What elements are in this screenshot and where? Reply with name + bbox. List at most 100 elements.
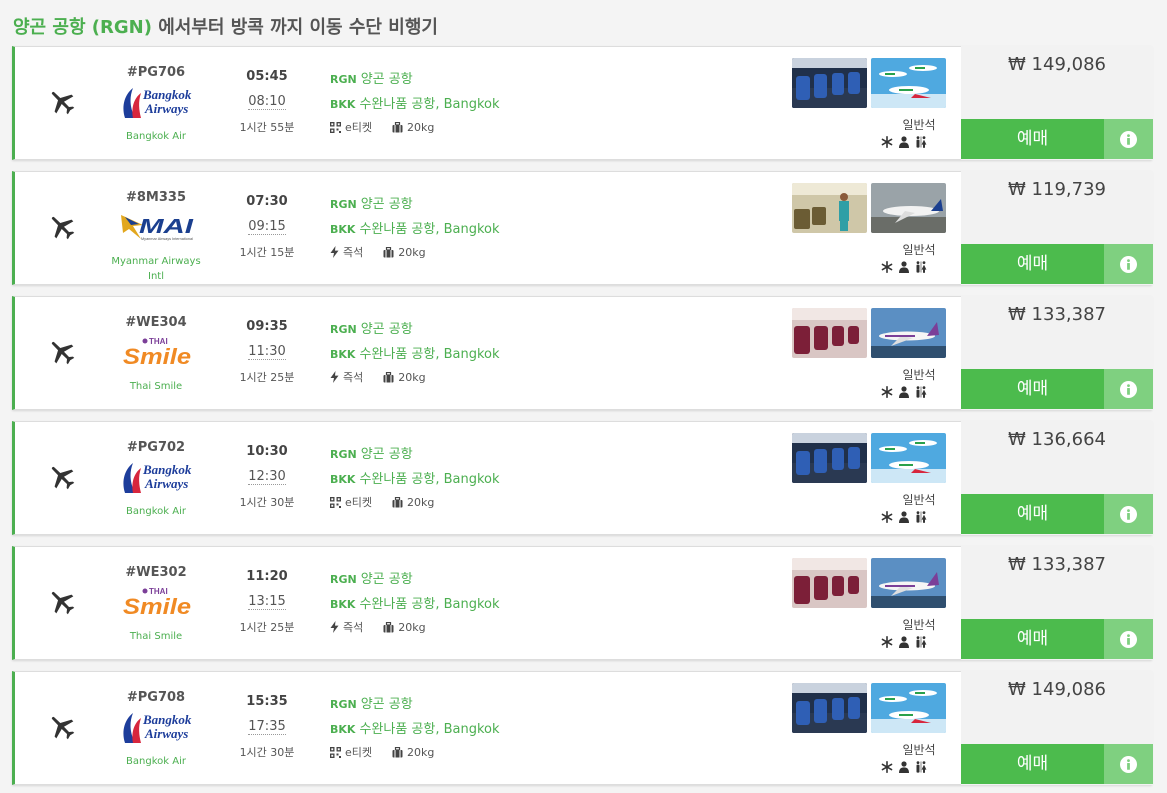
air-conditioning-icon bbox=[881, 758, 893, 777]
flight-number: #WE304 bbox=[125, 315, 187, 330]
origin-code: RGN bbox=[330, 323, 357, 336]
svg-text:Airways: Airways bbox=[144, 476, 188, 491]
baggage-allowance: 20kg bbox=[398, 245, 426, 259]
ticket-price: ₩ 149,086 bbox=[1008, 679, 1106, 700]
ticket-type: e티켓 bbox=[345, 121, 373, 134]
baggage-icon bbox=[392, 121, 403, 132]
cabin-photo[interactable] bbox=[792, 433, 867, 483]
price-panel: ₩ 149,086 예매 bbox=[961, 46, 1153, 160]
airplane-icon bbox=[51, 466, 75, 490]
svg-text:Smile: Smile bbox=[123, 344, 191, 369]
baggage-icon bbox=[383, 246, 394, 257]
airline-name: Bangkok Air bbox=[126, 131, 186, 142]
arrival-time-text: 13:15 bbox=[248, 594, 286, 610]
restroom-icon bbox=[915, 758, 927, 777]
info-icon bbox=[1120, 505, 1137, 523]
destination-code: BKK bbox=[330, 98, 356, 111]
arrival-time-text: 12:30 bbox=[248, 469, 286, 485]
cabin-photo[interactable] bbox=[792, 58, 867, 108]
flight-number: #WE302 bbox=[125, 565, 187, 580]
departure-time: 15:35 bbox=[246, 694, 288, 709]
airplane-icon bbox=[51, 216, 75, 240]
book-button[interactable]: 예매 bbox=[961, 494, 1104, 534]
book-button[interactable]: 예매 bbox=[961, 369, 1104, 409]
baggage-allowance: 20kg bbox=[407, 495, 435, 509]
info-icon bbox=[1120, 130, 1137, 148]
info-button[interactable] bbox=[1104, 244, 1153, 284]
svg-text:Bangkok: Bangkok bbox=[142, 87, 192, 102]
cabin-class: 일반석 bbox=[902, 618, 936, 632]
cabin-class: 일반석 bbox=[902, 243, 936, 257]
book-button[interactable]: 예매 bbox=[961, 244, 1104, 284]
cabin-class: 일반석 bbox=[902, 368, 936, 382]
info-button[interactable] bbox=[1104, 744, 1153, 784]
aircraft-photo[interactable] bbox=[871, 58, 946, 108]
aircraft-photo[interactable] bbox=[871, 433, 946, 483]
svg-text:Bangkok: Bangkok bbox=[142, 712, 192, 727]
aircraft-photo[interactable] bbox=[871, 558, 946, 608]
flight-duration: 1시간 30분 bbox=[239, 496, 295, 509]
restroom-icon bbox=[915, 258, 927, 277]
destination-name: 수완나품 공항, Bangkok bbox=[359, 472, 500, 487]
arrival-time-text: 11:30 bbox=[248, 344, 286, 360]
aircraft-photo[interactable] bbox=[871, 183, 946, 233]
info-button[interactable] bbox=[1104, 619, 1153, 659]
destination-code: BKK bbox=[330, 348, 356, 361]
qr-code-icon bbox=[330, 496, 341, 508]
svg-text:Smile: Smile bbox=[123, 594, 191, 619]
info-button[interactable] bbox=[1104, 369, 1153, 409]
airplane-icon bbox=[51, 91, 75, 115]
amenities bbox=[881, 383, 927, 402]
airline-logo: BangkokAirways bbox=[119, 709, 195, 745]
cabin-photo[interactable] bbox=[792, 558, 867, 608]
aircraft-photo[interactable] bbox=[871, 683, 946, 733]
info-button[interactable] bbox=[1104, 119, 1153, 159]
restroom-icon bbox=[915, 633, 927, 652]
book-button[interactable]: 예매 bbox=[961, 744, 1104, 784]
info-icon bbox=[1120, 380, 1137, 398]
svg-text:MAI: MAI bbox=[139, 216, 194, 238]
aircraft-photo[interactable] bbox=[871, 308, 946, 358]
ticket-type: e티켓 bbox=[345, 746, 373, 759]
flight-card: #WE302 THAI Smile Thai Smile 11:20 13:15 … bbox=[12, 546, 1153, 660]
flight-number: #PG708 bbox=[126, 690, 186, 705]
air-conditioning-icon bbox=[881, 258, 893, 277]
book-button[interactable]: 예매 bbox=[961, 619, 1104, 659]
arrival-time-text: 17:35 bbox=[248, 719, 286, 735]
arrival-time: 09:15 bbox=[225, 219, 309, 235]
cabin-class: 일반석 bbox=[902, 743, 936, 757]
airline-name: Thai Smile bbox=[129, 631, 183, 642]
origin-code: RGN bbox=[330, 698, 357, 711]
info-button[interactable] bbox=[1104, 494, 1153, 534]
cabin-photo[interactable] bbox=[792, 683, 867, 733]
ticket-price: ₩ 133,387 bbox=[1008, 304, 1106, 325]
baggage-allowance: 20kg bbox=[407, 120, 435, 134]
flight-card: #WE304 THAI Smile Thai Smile 09:35 11:30 … bbox=[12, 296, 1153, 410]
book-button[interactable]: 예매 bbox=[961, 119, 1104, 159]
price-panel: ₩ 133,387 예매 bbox=[961, 546, 1153, 660]
cabin-photo[interactable] bbox=[792, 308, 867, 358]
personal-service-icon bbox=[898, 383, 910, 402]
ticket-type: e티켓 bbox=[345, 496, 373, 509]
origin-name: 양곤 공항 bbox=[360, 322, 413, 337]
personal-service-icon bbox=[898, 508, 910, 527]
departure-time: 07:30 bbox=[246, 194, 288, 209]
info-icon bbox=[1120, 630, 1137, 648]
air-conditioning-icon bbox=[881, 133, 893, 152]
airline-logo: THAISmile bbox=[119, 584, 195, 620]
flight-number: #PG702 bbox=[126, 440, 186, 455]
baggage-allowance: 20kg bbox=[398, 370, 426, 384]
amenities bbox=[881, 133, 927, 152]
bolt-icon bbox=[330, 246, 339, 258]
baggage-icon bbox=[383, 371, 394, 382]
origin-airport: RGN 양곤 공항 bbox=[330, 693, 413, 712]
cabin-photo[interactable] bbox=[792, 183, 867, 233]
baggage-icon bbox=[392, 746, 403, 757]
flight-card: #PG706 Bangkok Airways Bangkok Air 05:45 … bbox=[12, 46, 1153, 160]
departure-time: 11:20 bbox=[246, 569, 288, 584]
airplane-icon bbox=[51, 716, 75, 740]
destination-airport: BKK 수완나품 공항, Bangkok bbox=[330, 593, 500, 612]
personal-service-icon bbox=[898, 633, 910, 652]
origin-airport: RGN 양곤 공항 bbox=[330, 68, 413, 87]
air-conditioning-icon bbox=[881, 633, 893, 652]
